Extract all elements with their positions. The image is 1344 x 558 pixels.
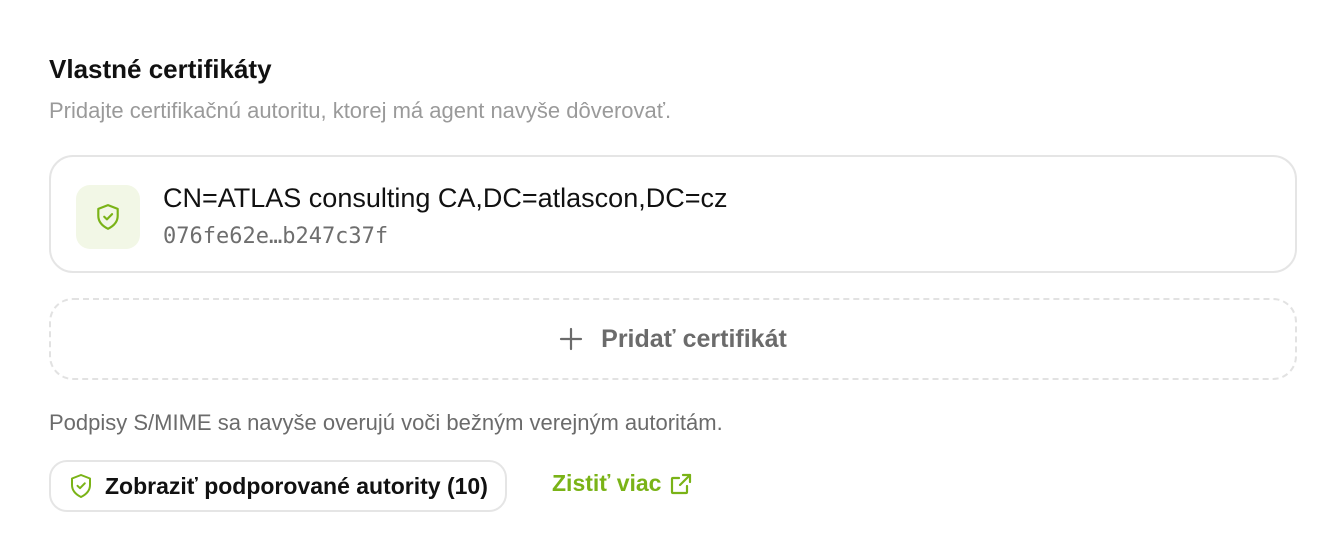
certificate-icon-badge xyxy=(76,185,140,249)
external-link-icon xyxy=(669,472,693,496)
shield-check-icon xyxy=(69,473,93,499)
section-title: Vlastné certifikáty xyxy=(49,54,272,84)
certificate-card[interactable]: CN=ATLAS consulting CA,DC=atlascon,DC=cz… xyxy=(49,155,1297,273)
show-supported-authorities-label: Zobraziť podporované autority (10) xyxy=(105,472,488,499)
shield-check-icon xyxy=(95,203,121,231)
certificate-fingerprint: 076fe62e…b247c37f xyxy=(163,224,389,249)
section-subtitle: Pridajte certifikačnú autoritu, ktorej m… xyxy=(49,98,672,123)
show-supported-authorities-button[interactable]: Zobraziť podporované autority (10) xyxy=(49,460,507,512)
learn-more-link[interactable]: Zistiť viac xyxy=(552,470,693,497)
add-certificate-button[interactable]: Pridať certifikát xyxy=(49,298,1297,380)
add-certificate-label: Pridať certifikát xyxy=(601,324,787,353)
smime-info-text: Podpisy S/MIME sa navyše overujú voči be… xyxy=(49,410,723,435)
learn-more-label: Zistiť viac xyxy=(552,470,662,496)
plus-icon xyxy=(559,327,583,351)
certificate-name: CN=ATLAS consulting CA,DC=atlascon,DC=cz xyxy=(163,183,728,213)
